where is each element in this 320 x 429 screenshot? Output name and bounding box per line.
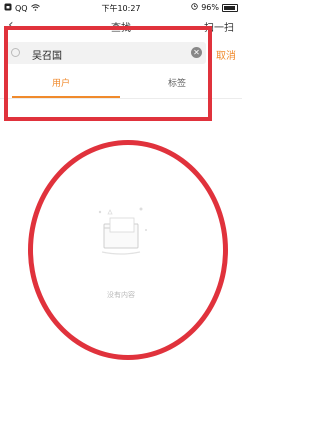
alarm-icon	[191, 3, 198, 12]
annotation-highlight-box	[4, 26, 212, 121]
cancel-button[interactable]: 取消	[216, 47, 236, 62]
annotation-highlight-circle	[28, 140, 228, 360]
status-bar: QQ 下午10:27 96%	[0, 0, 242, 15]
battery-icon	[222, 3, 238, 12]
status-right: 96%	[191, 3, 238, 12]
battery-percent: 96%	[201, 3, 219, 12]
